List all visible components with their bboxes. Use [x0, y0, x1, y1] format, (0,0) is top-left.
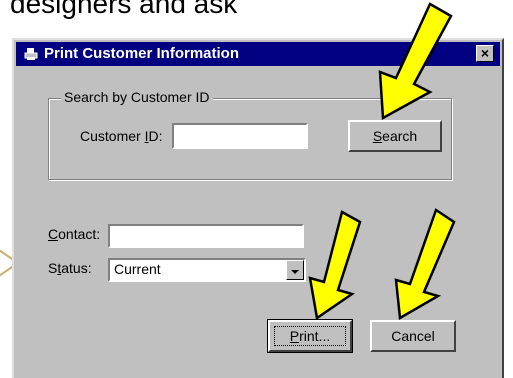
cancel-button[interactable]: Cancel — [370, 320, 456, 352]
customer-id-label: Customer ID: — [80, 128, 163, 144]
contact-input[interactable] — [108, 224, 304, 248]
close-button[interactable]: × — [476, 45, 494, 62]
print-customer-dialog: Print Customer Information × Search by C… — [12, 38, 504, 378]
customer-id-input[interactable] — [172, 123, 308, 149]
status-dropdown-button[interactable] — [286, 260, 304, 280]
contact-label: Contact: — [48, 226, 101, 242]
search-button[interactable]: Search — [348, 120, 442, 152]
search-group-label: Search by Customer ID — [61, 89, 213, 105]
status-label: Status: — [48, 260, 92, 276]
status-select[interactable]: Current — [108, 258, 306, 282]
dialog-titlebar[interactable]: Print Customer Information × — [16, 42, 500, 66]
print-button[interactable]: Print... — [267, 319, 353, 353]
close-icon: × — [480, 45, 490, 61]
status-selected-value: Current — [114, 261, 161, 277]
background-slide-text: designers and ask — [10, 0, 238, 19]
focus-ring — [274, 326, 346, 346]
chevron-down-icon — [291, 270, 299, 274]
dialog-title: Print Customer Information — [44, 45, 240, 62]
printer-icon — [24, 48, 38, 60]
